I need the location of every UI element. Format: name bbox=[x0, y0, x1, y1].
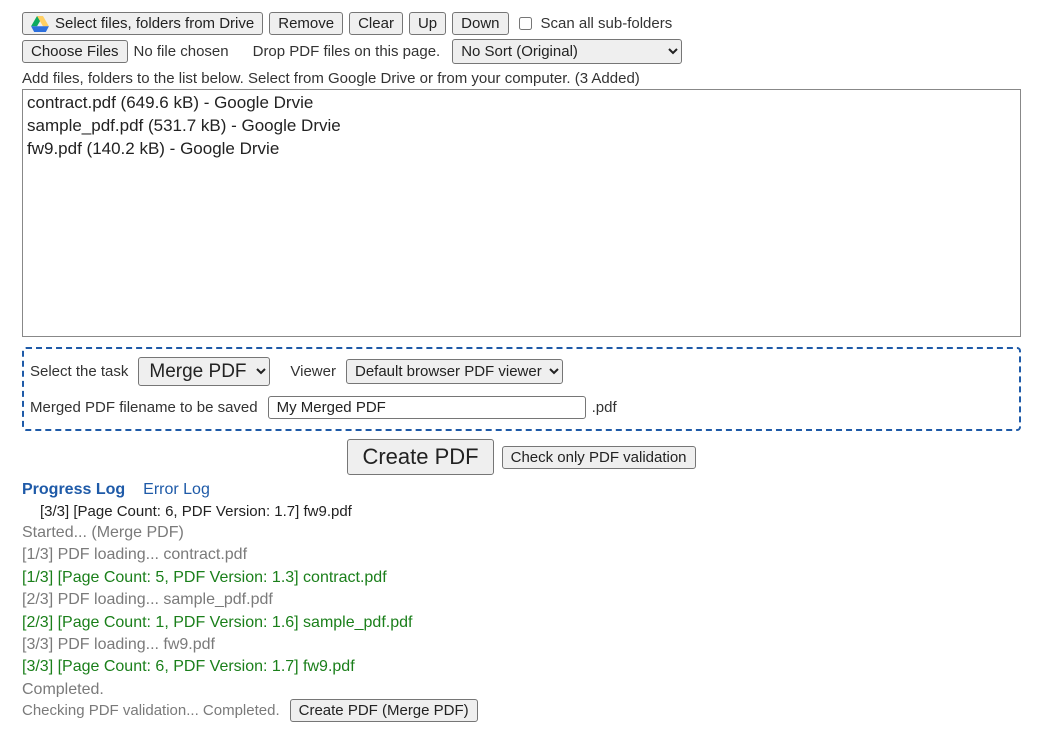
tab-progress-log[interactable]: Progress Log bbox=[22, 481, 125, 499]
log-line: [3/3] [Page Count: 6, PDF Version: 1.7] … bbox=[22, 656, 1021, 678]
filename-input[interactable] bbox=[268, 396, 586, 419]
bottom-row: Checking PDF validation... Completed. Cr… bbox=[22, 699, 1021, 722]
task-panel: Select the task Merge PDF Viewer Default… bbox=[22, 347, 1021, 431]
action-row: Create PDF Check only PDF validation bbox=[22, 439, 1021, 475]
drop-files-label: Drop PDF files on this page. bbox=[253, 43, 441, 60]
log-line: [1/3] [Page Count: 5, PDF Version: 1.3] … bbox=[22, 567, 1021, 589]
instruction-text: Add files, folders to the list below. Se… bbox=[22, 70, 1021, 87]
drive-button-label: Select files, folders from Drive bbox=[55, 15, 254, 32]
google-drive-icon bbox=[31, 16, 49, 32]
file-chosen-status: No file chosen bbox=[134, 43, 229, 60]
scan-subfolders-checkbox[interactable] bbox=[519, 17, 532, 30]
filename-label: Merged PDF filename to be saved bbox=[30, 399, 258, 416]
choose-files-button[interactable]: Choose Files bbox=[22, 40, 128, 63]
list-item[interactable]: fw9.pdf (140.2 kB) - Google Drvie bbox=[27, 138, 1016, 161]
sort-select[interactable]: No Sort (Original) bbox=[452, 39, 682, 64]
log-line: Completed. bbox=[22, 679, 1021, 697]
task-label: Select the task bbox=[30, 363, 128, 380]
create-pdf-button[interactable]: Create PDF bbox=[347, 439, 493, 475]
log-tabs: Progress Log Error Log bbox=[22, 481, 1021, 499]
file-list[interactable]: contract.pdf (649.6 kB) - Google Drviesa… bbox=[22, 89, 1021, 337]
toolbar-row: Select files, folders from Drive Remove … bbox=[22, 12, 1021, 35]
select-from-drive-button[interactable]: Select files, folders from Drive bbox=[22, 12, 263, 35]
log-area[interactable]: Started... (Merge PDF)[1/3] PDF loading.… bbox=[22, 522, 1021, 697]
list-item[interactable]: sample_pdf.pdf (531.7 kB) - Google Drvie bbox=[27, 115, 1016, 138]
current-progress-line: [3/3] [Page Count: 6, PDF Version: 1.7] … bbox=[40, 503, 1021, 520]
up-button[interactable]: Up bbox=[409, 12, 446, 35]
check-validation-button[interactable]: Check only PDF validation bbox=[502, 446, 696, 469]
remove-button[interactable]: Remove bbox=[269, 12, 343, 35]
log-line: Started... (Merge PDF) bbox=[22, 522, 1021, 544]
tab-error-log[interactable]: Error Log bbox=[143, 481, 210, 499]
create-pdf-merge-button[interactable]: Create PDF (Merge PDF) bbox=[290, 699, 478, 722]
log-line: [2/3] PDF loading... sample_pdf.pdf bbox=[22, 589, 1021, 611]
down-button[interactable]: Down bbox=[452, 12, 508, 35]
filename-ext: .pdf bbox=[592, 399, 617, 416]
clear-button[interactable]: Clear bbox=[349, 12, 403, 35]
log-line: [1/3] PDF loading... contract.pdf bbox=[22, 544, 1021, 566]
log-line: [3/3] PDF loading... fw9.pdf bbox=[22, 634, 1021, 656]
validation-status: Checking PDF validation... Completed. bbox=[22, 702, 280, 719]
viewer-label: Viewer bbox=[290, 363, 336, 380]
choose-row: Choose Files No file chosen Drop PDF fil… bbox=[22, 39, 1021, 64]
task-select[interactable]: Merge PDF bbox=[138, 357, 270, 386]
list-item[interactable]: contract.pdf (649.6 kB) - Google Drvie bbox=[27, 92, 1016, 115]
scan-subfolders-label: Scan all sub-folders bbox=[541, 15, 673, 32]
viewer-select[interactable]: Default browser PDF viewer bbox=[346, 359, 563, 384]
log-line: [2/3] [Page Count: 1, PDF Version: 1.6] … bbox=[22, 612, 1021, 634]
